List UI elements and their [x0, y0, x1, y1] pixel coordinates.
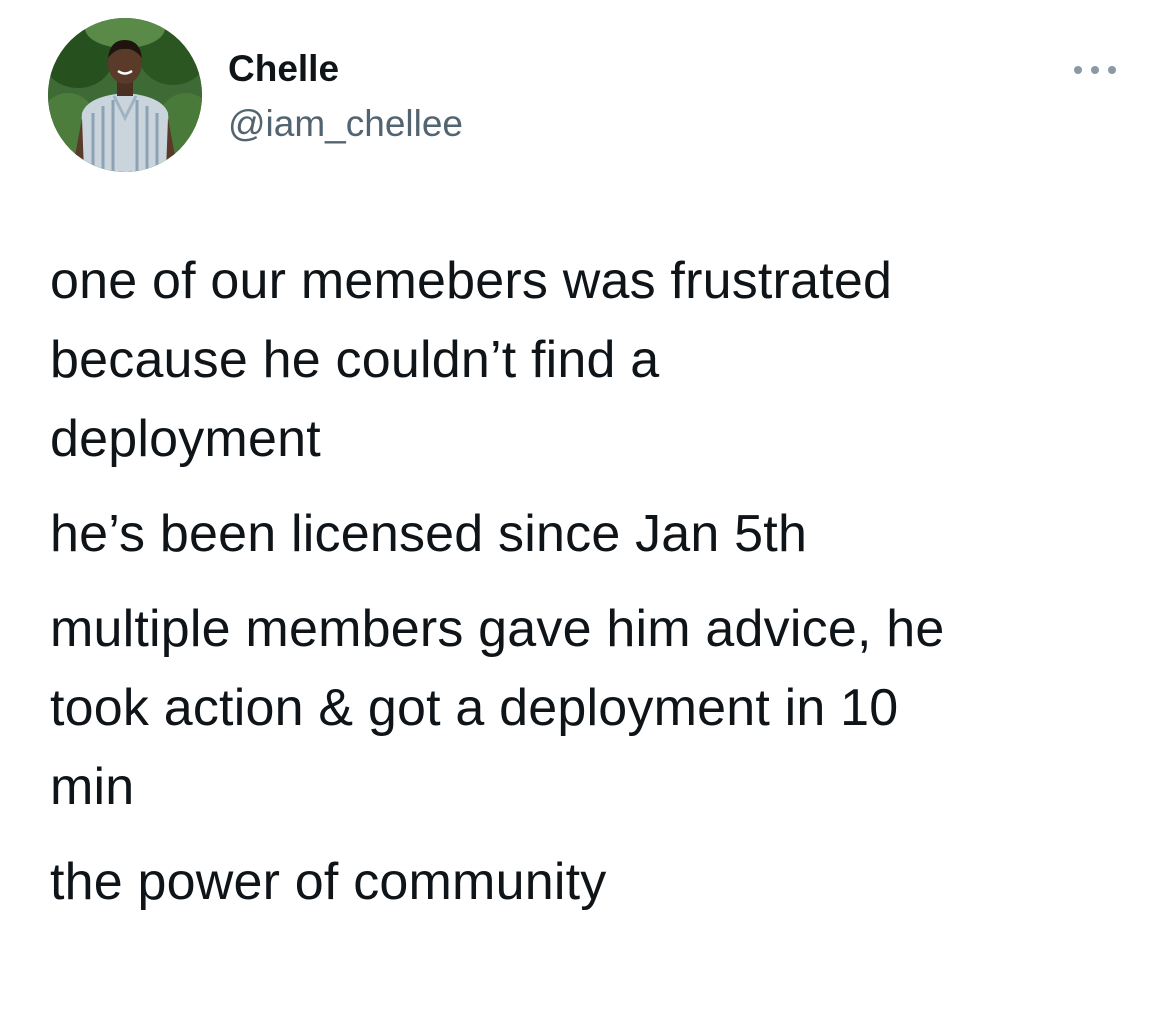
tweet-paragraph: he’s been licensed since Jan 5th — [50, 495, 1140, 574]
tweet-paragraph: one of our memebers was frustrated becau… — [50, 242, 1140, 479]
avatar[interactable] — [48, 18, 202, 172]
tweet-line: multiple members gave him advice, he — [50, 600, 945, 658]
tweet-line: the power of community — [50, 853, 607, 911]
tweet-line: min — [50, 758, 135, 816]
author-handle[interactable]: @iam_chellee — [228, 100, 463, 148]
author-display-name[interactable]: Chelle — [228, 45, 339, 93]
tweet: Chelle @iam_chellee one of our memebers … — [0, 0, 1168, 1009]
tweet-line: deployment — [50, 410, 321, 468]
tweet-text: one of our memebers was frustrated becau… — [50, 242, 1140, 922]
tweet-line: he’s been licensed since Jan 5th — [50, 505, 808, 563]
more-options-button[interactable] — [1068, 55, 1122, 85]
tweet-line: took action & got a deployment in 10 — [50, 679, 899, 737]
tweet-paragraph: multiple members gave him advice, he too… — [50, 590, 1140, 827]
tweet-line: one of our memebers was frustrated — [50, 252, 893, 310]
tweet-paragraph: the power of community — [50, 843, 1140, 922]
more-options-icon — [1074, 66, 1116, 74]
tweet-line: because he couldn’t find a — [50, 331, 660, 389]
profile-photo-icon — [48, 18, 202, 172]
tweet-header: Chelle @iam_chellee — [0, 0, 1168, 190]
